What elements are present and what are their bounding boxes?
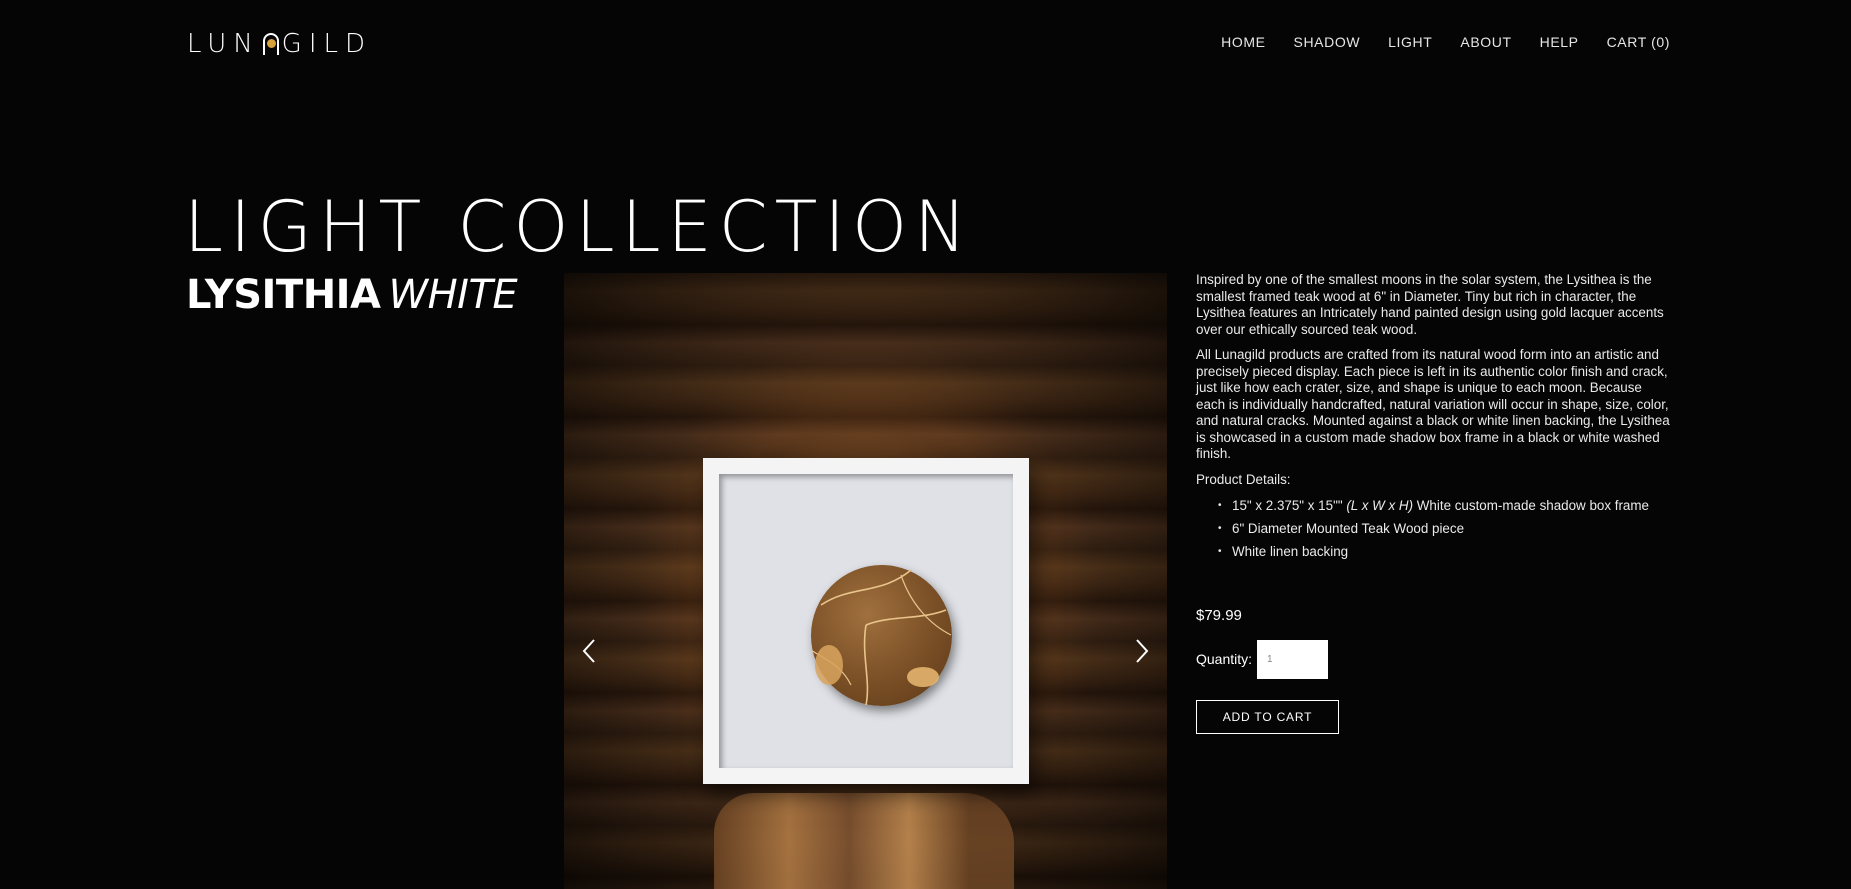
list-item: 6" Diameter Mounted Teak Wood piece: [1218, 521, 1671, 538]
logo-moon-icon: [262, 33, 280, 55]
nav-home[interactable]: HOME: [1221, 34, 1265, 50]
product-description: Inspired by one of the smallest moons in…: [1196, 272, 1671, 567]
quantity-input[interactable]: [1257, 640, 1328, 679]
detail-lwh: (L x W x H): [1346, 498, 1414, 513]
driftwood-image: [714, 793, 1014, 889]
quantity-label: Quantity:: [1196, 651, 1253, 667]
product-title: LYSITHIA WHITE: [186, 272, 518, 318]
nav-shadow[interactable]: SHADOW: [1294, 34, 1361, 50]
collection-title: LIGHT COLLECTION: [184, 186, 974, 268]
main-nav: HOME SHADOW LIGHT ABOUT HELP CART (0): [1221, 34, 1670, 50]
nav-cart[interactable]: CART (0): [1607, 34, 1670, 50]
detail-dimensions: 15" x 2.375" x 15"": [1232, 498, 1343, 513]
shadow-box-frame-image: [703, 458, 1029, 784]
gold-lacquer-lines: [811, 569, 952, 706]
logo-text-right: GILD: [281, 29, 372, 59]
nav-help[interactable]: HELP: [1540, 34, 1579, 50]
product-image-gallery: [564, 273, 1167, 889]
list-item: White linen backing: [1218, 544, 1671, 561]
teak-wood-moon-piece: [811, 565, 952, 706]
nav-light[interactable]: LIGHT: [1388, 34, 1432, 50]
product-details-list: 15" x 2.375" x 15"" (L x W x H) White cu…: [1218, 498, 1671, 561]
product-name-italic: WHITE: [388, 272, 518, 318]
detail-frame: White custom-made shadow box frame: [1416, 498, 1649, 513]
logo-text-left: LUN: [187, 29, 260, 59]
nav-about[interactable]: ABOUT: [1460, 34, 1511, 50]
product-details-label: Product Details:: [1196, 471, 1291, 487]
product-price: $79.99: [1196, 607, 1242, 624]
site-header: LUN GILD HOME SHADOW LIGHT ABOUT HELP CA…: [0, 0, 1851, 90]
list-item: 15" x 2.375" x 15"" (L x W x H) White cu…: [1218, 498, 1671, 515]
description-paragraph-2: All Lunagild products are crafted from i…: [1196, 347, 1670, 461]
logo[interactable]: LUN GILD: [187, 29, 372, 59]
chevron-right-icon[interactable]: [1129, 638, 1153, 664]
product-name-bold: LYSITHIA: [186, 272, 381, 318]
add-to-cart-button[interactable]: ADD TO CART: [1196, 700, 1339, 734]
linen-backing: [719, 474, 1013, 768]
chevron-left-icon[interactable]: [578, 638, 602, 664]
description-paragraph-1: Inspired by one of the smallest moons in…: [1196, 272, 1664, 337]
